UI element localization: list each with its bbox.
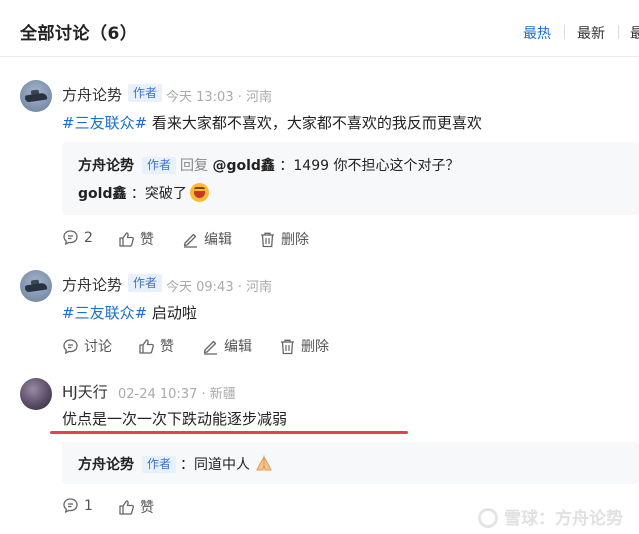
comment-meta: 今天 13:03 · 河南 [166, 90, 273, 105]
reply-box: 方舟论势 作者 回复 @gold鑫 ：1499 你不担心这个对子？ gold鑫 ：突… [62, 142, 639, 215]
discussion-header: 全部讨论（6） 最热 最新 最 [0, 0, 639, 57]
comment-bubble-icon [63, 498, 78, 514]
reply-target[interactable]: @gold鑫 [212, 158, 274, 174]
comment-text: 优点是一次一次下跌动能逐步减弱 [62, 410, 288, 428]
reply-item: 方舟论势 作者 回复 @gold鑫 ：1499 你不担心这个对子？ [78, 155, 459, 175]
comment-author[interactable]: 方舟论势 [62, 274, 122, 295]
hashtag-link[interactable]: #三友联众# [62, 304, 147, 322]
comment-location: 新疆 [209, 387, 236, 402]
reply-text: ：突破了 [130, 186, 187, 202]
avatar[interactable] [20, 378, 52, 410]
reply-author[interactable]: gold鑫 [78, 186, 126, 202]
reply-word: 回复 [180, 158, 209, 174]
comment-time: 02-24 10:37 [118, 387, 198, 402]
author-badge: 作者 [142, 157, 177, 174]
sort-divider [564, 25, 565, 39]
delete-button[interactable]: 删除 [279, 336, 329, 356]
avatar[interactable] [20, 270, 52, 302]
pencil-icon [183, 233, 197, 248]
red-underline-annotation [50, 431, 408, 434]
reply-author[interactable]: 方舟论势 [78, 158, 134, 174]
sort-more-tab[interactable]: 最 [630, 23, 639, 43]
thumbs-up-icon [119, 500, 134, 515]
comment-body: 优点是一次一次下跌动能逐步减弱 [62, 408, 287, 429]
reply-box: 方舟论势 作者 ：同道中人 [62, 442, 639, 484]
delete-button[interactable]: 删除 [259, 229, 309, 249]
comment-location: 河南 [246, 90, 273, 105]
author-badge: 作者 [128, 274, 163, 292]
edit-button[interactable]: 编辑 [202, 336, 252, 356]
reply-author[interactable]: 方舟论势 [78, 457, 134, 473]
comment-bubble-icon [63, 339, 78, 355]
sort-hot-tab[interactable]: 最热 [523, 23, 551, 43]
comment-meta: 02-24 10:37 · 新疆 [118, 387, 236, 402]
comment-count-button[interactable]: 1 [62, 497, 93, 514]
reply-item: gold鑫 ：突破了 [78, 183, 209, 203]
comment-text: 启动啦 [151, 304, 197, 322]
comment-time: 今天 13:03 [166, 90, 234, 105]
author-badge: 作者 [128, 84, 163, 102]
reply-text: ：同道中人 [180, 457, 251, 473]
page-title: 全部讨论（6） [20, 24, 138, 44]
watermark: 雪球：方舟论势 [478, 504, 623, 529]
reply-text: ：1499 你不担心这个对子？ [279, 158, 460, 174]
comment-body: #三友联众# 启动啦 [62, 302, 197, 323]
comment-location: 河南 [246, 280, 273, 295]
comment-time: 今天 09:43 [166, 280, 234, 295]
like-button[interactable]: 赞 [118, 497, 154, 517]
hashtag-link[interactable]: #三友联众# [62, 114, 147, 132]
comment-body: #三友联众# 看来大家都不喜欢，大家都不喜欢的我反而更喜欢 [62, 112, 482, 133]
pencil-icon [203, 340, 217, 355]
like-button[interactable]: 赞 [138, 336, 174, 356]
comment-count-button[interactable]: 2 [62, 229, 93, 246]
thumbs-up-icon [119, 232, 134, 247]
edit-button[interactable]: 编辑 [182, 229, 232, 249]
comment-author[interactable]: HJ天行 [62, 381, 108, 402]
trash-icon [281, 339, 294, 355]
thumbs-up-icon [139, 339, 154, 354]
author-badge: 作者 [142, 456, 177, 473]
comment-meta: 今天 09:43 · 河南 [166, 280, 273, 295]
sort-divider [618, 25, 619, 39]
discuss-button[interactable]: 讨论 [62, 336, 112, 356]
praying-hands-icon [256, 455, 273, 471]
like-button[interactable]: 赞 [118, 229, 154, 249]
comment-bubble-icon [63, 230, 78, 246]
laughing-emoji-icon [189, 183, 209, 202]
comment-author[interactable]: 方舟论势 [62, 84, 122, 105]
reply-item: 方舟论势 作者 ：同道中人 [78, 454, 274, 474]
sort-new-tab[interactable]: 最新 [577, 23, 605, 43]
avatar[interactable] [20, 80, 52, 112]
xueqiu-logo-icon [478, 508, 498, 528]
comment-text: 看来大家都不喜欢，大家都不喜欢的我反而更喜欢 [151, 114, 482, 132]
trash-icon [261, 232, 274, 248]
